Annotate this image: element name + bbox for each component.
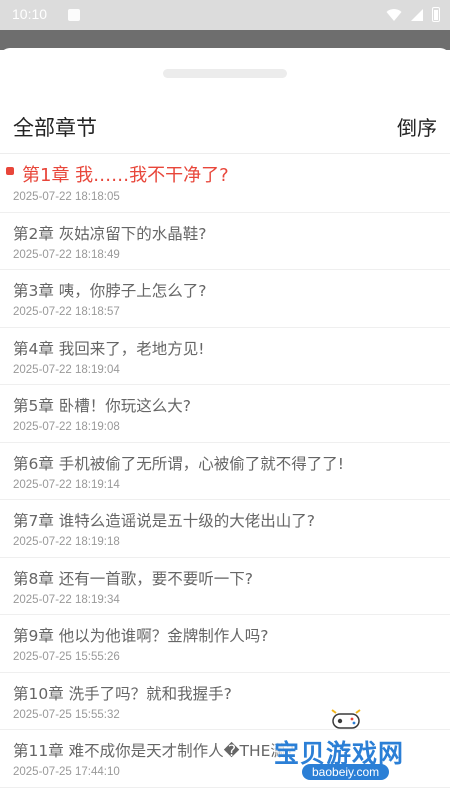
current-chapter-marker-icon [6, 167, 14, 175]
status-bar: 10:10 [0, 0, 450, 30]
chapter-title: 第7章 谁特么造谣说是五十级的大佬出山了? [13, 512, 316, 530]
chapter-sheet: 全部章节 倒序 第1章 我……我不干净了? 2025-07-22 18:18:05… [0, 48, 450, 800]
watermark: 宝贝游戏网 baobeiy.com [272, 704, 442, 794]
chapter-title: 第1章 我……我不干净了? [22, 165, 229, 186]
sheet-title: 全部章节 [13, 116, 97, 140]
sheet-header: 全部章节 倒序 [0, 98, 450, 154]
chapter-timestamp: 2025-07-22 18:18:49 [13, 248, 120, 261]
chapter-item[interactable]: 第9章 他以为他谁啊？金牌制作人吗? 2025-07-25 15:55:26 [0, 615, 450, 673]
chapter-timestamp: 2025-07-22 18:18:05 [13, 191, 120, 203]
status-icons [386, 7, 440, 22]
notification-icon [68, 9, 80, 21]
chapter-title: 第9章 他以为他谁啊？金牌制作人吗? [13, 627, 269, 645]
chapter-title: 第5章 卧槽！你玩这么大? [13, 397, 192, 415]
chapter-timestamp: 2025-07-22 18:19:08 [13, 421, 120, 433]
sort-order-button[interactable]: 倒序 [397, 112, 437, 141]
status-time: 10:10 [12, 6, 48, 22]
chapter-timestamp: 2025-07-22 18:18:57 [13, 306, 120, 318]
chapter-item[interactable]: 第7章 谁特么造谣说是五十级的大佬出山了? 2025-07-22 18:19:18 [0, 500, 450, 558]
chapter-timestamp: 2025-07-22 18:19:34 [13, 593, 120, 606]
chapter-item[interactable]: 第8章 还有一首歌，要不要听一下? 2025-07-22 18:19:34 [0, 558, 450, 615]
chapter-item[interactable]: 第4章 我回来了，老地方见! 2025-07-22 18:19:04 [0, 328, 450, 385]
chapter-timestamp: 2025-07-25 17:44:10 [13, 766, 120, 778]
chapter-timestamp: 2025-07-25 15:55:26 [13, 651, 120, 663]
chapter-timestamp: 2025-07-22 18:19:14 [13, 478, 120, 491]
chapter-item[interactable]: 第1章 我……我不干净了? 2025-07-22 18:18:05 [0, 155, 450, 213]
gamepad-logo-icon [331, 709, 361, 729]
drag-handle[interactable] [163, 69, 287, 78]
chapter-title: 第3章 咦，你脖子上怎么了? [13, 282, 207, 300]
signal-icon [411, 8, 423, 21]
wifi-icon [386, 8, 402, 21]
chapter-title: 第4章 我回来了，老地方见! [13, 339, 205, 358]
chapter-item[interactable]: 第2章 灰姑凉留下的水晶鞋? 2025-07-22 18:18:49 [0, 213, 450, 270]
chapter-timestamp: 2025-07-25 15:55:32 [13, 708, 120, 721]
chapter-timestamp: 2025-07-22 18:19:04 [13, 363, 120, 376]
watermark-url: baobeiy.com [302, 764, 390, 780]
chapter-list: 第1章 我……我不干净了? 2025-07-22 18:18:05 第2章 灰姑凉留… [0, 155, 450, 788]
chapter-title: 第11章 难不成你是天才制作人�THE潇? [13, 742, 295, 760]
chapter-title: 第8章 还有一首歌，要不要听一下? [13, 569, 254, 588]
chapter-timestamp: 2025-07-22 18:19:18 [13, 536, 120, 548]
chapter-item[interactable]: 第6章 手机被偷了无所谓，心被偷了就不得了了! 2025-07-22 18:19:… [0, 443, 450, 500]
chapter-item[interactable]: 第3章 咦，你脖子上怎么了? 2025-07-22 18:18:57 [0, 270, 450, 328]
chapter-title: 第2章 灰姑凉留下的水晶鞋? [13, 224, 207, 243]
dimmed-background[interactable] [0, 30, 450, 50]
chapter-title: 第6章 手机被偷了无所谓，心被偷了就不得了了! [13, 454, 345, 473]
chapter-title: 第10章 洗手了吗？就和我握手? [13, 684, 232, 703]
battery-icon [432, 7, 440, 22]
chapter-item[interactable]: 第5章 卧槽！你玩这么大? 2025-07-22 18:19:08 [0, 385, 450, 443]
